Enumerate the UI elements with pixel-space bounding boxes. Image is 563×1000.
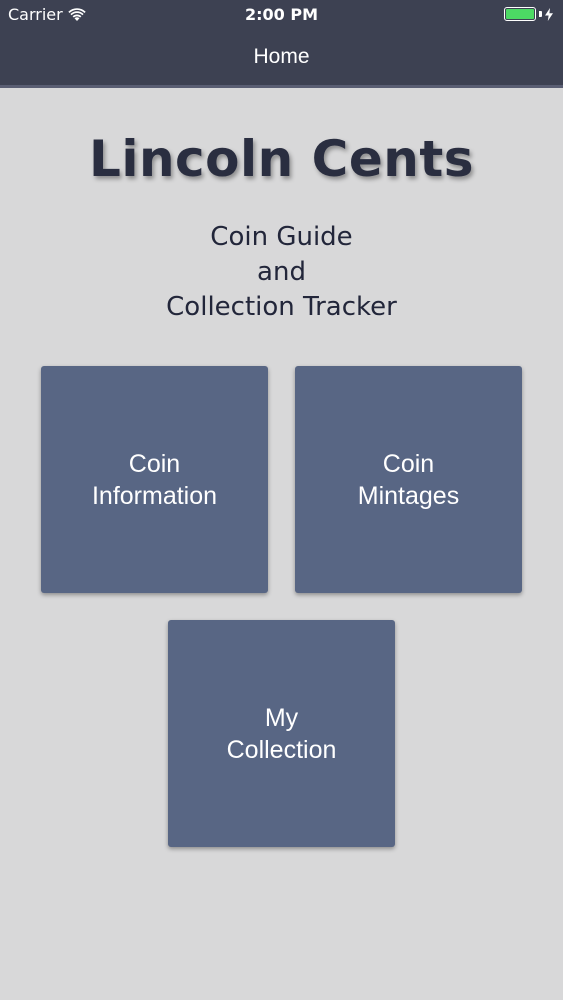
tile-label-line: My xyxy=(264,703,299,732)
tile-label-line: Coin xyxy=(382,449,435,478)
coin-information-button[interactable]: Coin Information xyxy=(41,366,268,593)
tile-label-line: Coin xyxy=(128,449,181,478)
battery-icon xyxy=(504,7,553,21)
navigation-header: Carrier 2:00 PM Home xyxy=(0,0,563,88)
subtitle-line: Collection Tracker xyxy=(166,292,397,322)
status-bar: Carrier 2:00 PM xyxy=(0,0,563,30)
subtitle-line: Coin Guide xyxy=(210,222,353,252)
charging-bolt-icon xyxy=(545,7,553,21)
page-subtitle: Coin Guide and Collection Tracker xyxy=(0,220,563,325)
battery-cap xyxy=(539,11,542,17)
tile-label-line: Mintages xyxy=(357,481,460,510)
battery-fill xyxy=(506,9,534,19)
nav-title: Home xyxy=(253,45,310,68)
page-title: Lincoln Cents xyxy=(88,130,475,188)
status-time: 2:00 PM xyxy=(244,5,318,24)
battery-body xyxy=(504,7,536,21)
my-collection-button[interactable]: My Collection xyxy=(168,620,395,847)
coin-mintages-button[interactable]: Coin Mintages xyxy=(295,366,522,593)
tile-label-line: Information xyxy=(91,481,218,510)
tile-label-line: Collection xyxy=(226,735,337,764)
subtitle-line: and xyxy=(257,257,306,287)
